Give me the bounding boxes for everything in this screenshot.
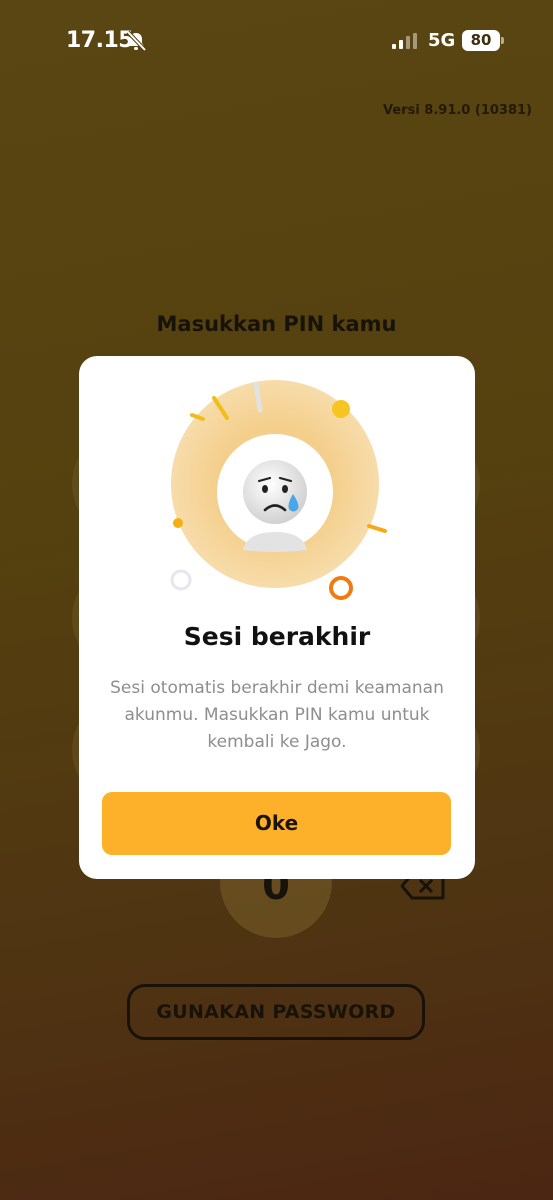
crying-face-icon (170, 380, 387, 600)
app-version: Versi 8.91.0 (10381) (383, 103, 532, 118)
dialog-title: Sesi berakhir (183, 622, 371, 651)
battery-tip (501, 37, 504, 44)
signal-icon (392, 33, 417, 49)
network-type: 5G (428, 30, 456, 51)
dialog-description: Sesi otomatis berakhir demi keamanan aku… (110, 678, 444, 752)
status-time: 17.15 (66, 28, 134, 53)
pin-title: Masukkan PIN kamu (156, 312, 397, 336)
battery-icon: 80 (462, 30, 500, 51)
ok-button[interactable]: Oke (102, 792, 451, 855)
bell-off-icon (126, 30, 147, 52)
status-bar: 17.15 5G 80 (0, 0, 553, 84)
session-expired-dialog: Sesi berakhir Sesi otomatis berakhir dem… (79, 356, 475, 879)
use-password-button[interactable]: GUNAKAN PASSWORD (127, 984, 425, 1040)
